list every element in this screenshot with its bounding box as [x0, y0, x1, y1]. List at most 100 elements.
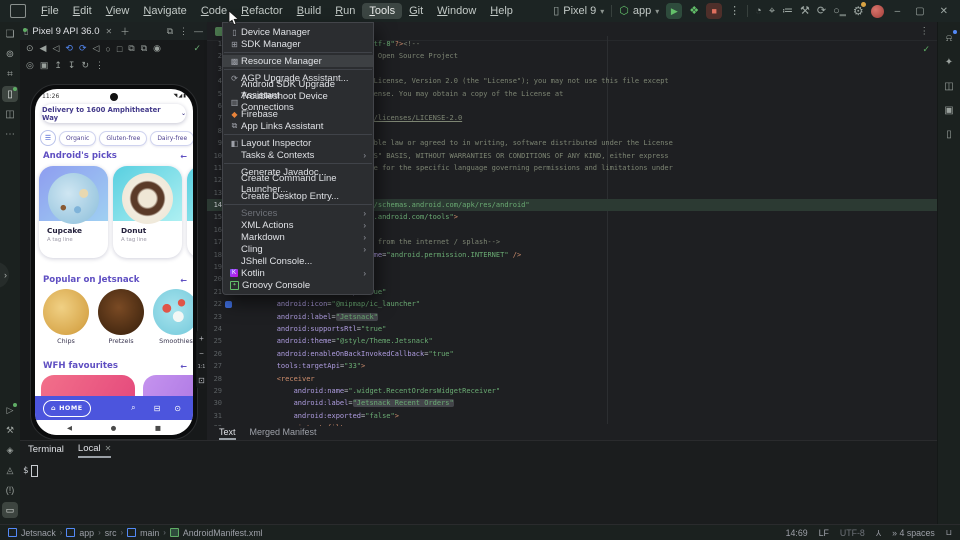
breadcrumb-androidmanifest-xml[interactable]: AndroidManifest.xml [183, 528, 263, 538]
profiler-icon[interactable]: ◬ [2, 462, 18, 478]
menubar-item-git[interactable]: Git [402, 3, 430, 19]
device-manager-icon[interactable]: ◫ [2, 106, 18, 122]
popular-photo-pretzels[interactable] [98, 289, 144, 335]
zoom-control-[interactable]: ⊡ [198, 376, 205, 385]
tools-menu-item-jshell-console[interactable]: JShell Console... [223, 255, 373, 267]
popular-photo-smoothies[interactable] [153, 289, 193, 335]
cart-icon[interactable]: ⊟ [154, 404, 161, 413]
volume-down-icon[interactable]: ◁ [52, 43, 59, 54]
terminal-icon[interactable]: ▭ [2, 502, 18, 518]
project-icon[interactable]: ❏ [2, 26, 18, 42]
menubar-item-window[interactable]: Window [430, 3, 483, 19]
app-quality-insights-icon[interactable]: ◈ [2, 442, 18, 458]
app-window-icon[interactable] [10, 4, 26, 18]
panel-options-icon[interactable]: ⋮ [179, 26, 188, 37]
terminal-tab-local[interactable]: Local ✕ [78, 443, 111, 458]
done-icon[interactable]: ✓ [193, 43, 201, 54]
stop-button[interactable]: ■ [706, 3, 722, 19]
menubar-item-refactor[interactable]: Refactor [234, 3, 290, 19]
structure-icon[interactable]: ⌗ [2, 66, 18, 82]
debug-button[interactable]: ❖ [689, 4, 699, 18]
arrow-icon[interactable]: ← [180, 276, 187, 285]
menubar-item-edit[interactable]: Edit [66, 3, 99, 19]
profiler-icon[interactable]: ◔ [755, 4, 762, 18]
tools-menu-item-device-manager[interactable]: ▯Device Manager [223, 26, 373, 38]
tools-menu-item-sdk-manager[interactable]: ⊞SDK Manager [223, 38, 373, 50]
user-avatar[interactable] [871, 5, 884, 18]
more-icon[interactable]: ⋮ [95, 60, 104, 71]
tools-menu-item-layout-inspector[interactable]: ◧Layout Inspector [223, 137, 373, 149]
overview-icon[interactable]: □ [117, 44, 122, 54]
phone-screen[interactable]: 11:26 ◥ ◢ ▮ Delivery to 1600 Amphitheate… [35, 89, 193, 435]
device-tab-label[interactable]: Pixel 9 API 36.0 [32, 26, 99, 37]
device-pair-icon[interactable]: ⧉ [141, 43, 147, 54]
tools-menu-item-resource-manager[interactable]: ▩Resource Manager [223, 55, 373, 67]
more-icon[interactable]: ⋯ [2, 126, 18, 142]
snack-card-partial[interactable] [187, 166, 193, 258]
running-devices-icon[interactable]: ▯ [2, 86, 18, 102]
build-icon[interactable]: ⚒ [2, 422, 18, 438]
breadcrumb-app[interactable]: app [79, 528, 94, 538]
new-device-tab-button[interactable]: ＋ [120, 24, 130, 38]
emulator-icon[interactable]: ▯ [941, 126, 957, 142]
file-encoding[interactable]: UTF-8 [840, 528, 865, 538]
push-file-icon[interactable]: ↥ [54, 60, 62, 71]
breadcrumb-jetsnack[interactable]: Jetsnack [21, 528, 56, 538]
profile-icon[interactable]: ⊙ [174, 404, 181, 413]
nav-home-button[interactable]: ⌂ HOME [43, 400, 91, 417]
tools-menu-item-cling[interactable]: Cling› [223, 243, 373, 255]
commit-icon[interactable]: ⊚ [2, 46, 18, 62]
search-everywhere-icon[interactable]: ○‗ [833, 4, 846, 18]
notifications-icon[interactable]: ⍾ [941, 30, 957, 46]
power-icon[interactable]: ⊙ [26, 43, 34, 54]
open-in-window-icon[interactable]: ⧉ [167, 26, 173, 37]
fold-icon[interactable]: ⧉ [128, 43, 134, 54]
back-icon[interactable]: ◁ [92, 43, 99, 54]
save-icon[interactable]: ↧ [68, 60, 76, 71]
editor-options-icon[interactable]: ⋮ [920, 26, 930, 37]
device-selector[interactable]: ▯ Pixel 9 ▾ [553, 4, 604, 18]
popular-photo-chips[interactable] [43, 289, 89, 335]
device-explorer-icon[interactable]: ▣ [941, 102, 957, 118]
more-actions-icon[interactable]: ⋮ [729, 4, 740, 18]
close-tab-icon[interactable]: ✕ [105, 444, 112, 453]
tools-menu-item-troubleshoot-device-connections[interactable]: ▥Troubleshoot Device Connections [223, 96, 373, 108]
zoom-control-1-1[interactable]: 1:1 [198, 364, 206, 370]
search-icon[interactable]: ⌕ [131, 403, 135, 413]
menubar-item-file[interactable]: File [34, 3, 66, 19]
zoom-control-[interactable]: − [199, 349, 204, 358]
volume-up-icon[interactable]: ◀ [40, 43, 47, 54]
close-tab-icon[interactable]: ✕ [105, 27, 112, 36]
terminal-prompt[interactable]: $ [23, 465, 38, 477]
device-manager-icon[interactable]: ◫ [941, 78, 957, 94]
hide-panel-icon[interactable]: — [194, 26, 203, 37]
settings-gear-icon[interactable]: ⚙ [853, 4, 864, 18]
close-button[interactable]: ✕ [936, 6, 952, 17]
zoom-control-[interactable]: + [199, 334, 204, 343]
rotate-left-icon[interactable]: ⟲ [65, 43, 73, 54]
breadcrumb-src[interactable]: src [105, 528, 117, 538]
maximize-button[interactable]: ▢ [911, 6, 928, 17]
gemini-icon[interactable]: ✦ [941, 54, 957, 70]
filter-chip-organic[interactable]: Organic [59, 131, 96, 146]
tools-menu-item-markdown[interactable]: Markdown› [223, 231, 373, 243]
sync-icon[interactable]: ⟳ [817, 4, 826, 18]
snack-card-cupcake[interactable]: CupcakeA tag line [39, 166, 108, 258]
git-branch-icon[interactable]: Y [876, 528, 881, 537]
minimize-button[interactable]: – [891, 6, 905, 17]
delivery-address-bar[interactable]: Delivery to 1600 Amphitheater Way ⌄ [42, 104, 186, 123]
menubar-item-view[interactable]: View [99, 3, 137, 19]
tools-menu-item-tasks-contexts[interactable]: Tasks & Contexts› [223, 149, 373, 161]
device-streaming-icon[interactable]: ⌖ [769, 4, 775, 18]
line-separator[interactable]: LF [819, 528, 829, 538]
menubar-item-tools[interactable]: Tools [362, 3, 402, 19]
tools-menu-item-app-links-assistant[interactable]: ⧉App Links Assistant [223, 120, 373, 132]
back-button[interactable]: ◀ [67, 424, 72, 432]
menubar-item-run[interactable]: Run [328, 3, 362, 19]
home-icon[interactable]: ○ [105, 44, 110, 54]
run-configuration-selector[interactable]: ⬡ app ▾ [619, 4, 659, 18]
arrow-icon[interactable]: ← [180, 362, 187, 371]
stripe-expander[interactable]: › [0, 262, 9, 288]
home-button[interactable]: ● [111, 424, 117, 432]
readonly-lock-icon[interactable]: ⊔ [946, 528, 952, 537]
